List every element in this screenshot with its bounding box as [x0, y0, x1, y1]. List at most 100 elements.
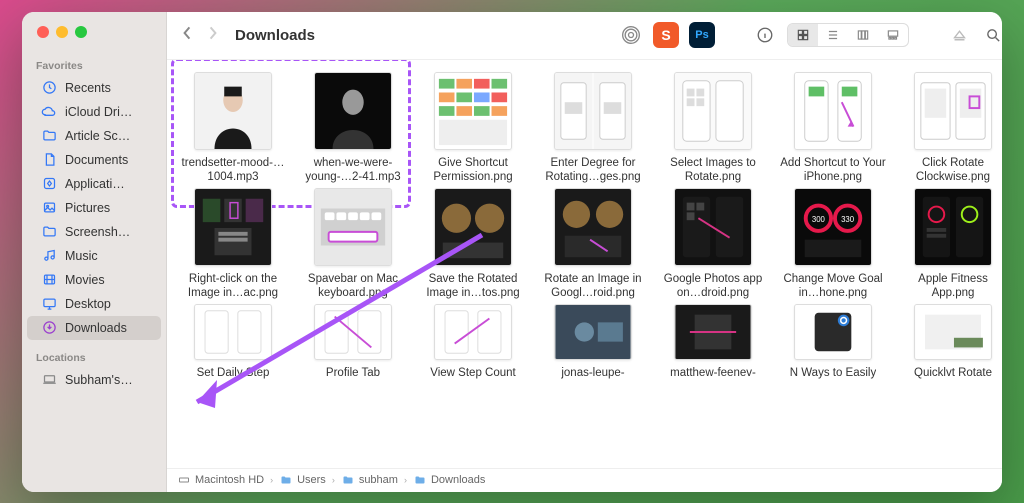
sidebar-item-movies[interactable]: Movies	[27, 268, 161, 292]
file-item[interactable]: Enter Degree for Rotating…ges.png	[537, 72, 649, 186]
list-view-button[interactable]	[818, 24, 848, 46]
file-name: Spavebar on Mac keyboard.png	[297, 272, 409, 302]
favorites-section-label: Favorites	[22, 56, 166, 76]
folder-icon	[413, 473, 427, 487]
file-item[interactable]: N Ways to Easily	[777, 304, 889, 396]
search-icon[interactable]	[981, 23, 1002, 47]
file-item[interactable]: Rotate an Image in Googl…roid.png	[537, 188, 649, 302]
sidebar-item-downloads[interactable]: Downloads	[27, 316, 161, 340]
file-thumbnail	[194, 304, 272, 360]
sidebar-item-label: Article Sc…	[65, 129, 130, 143]
file-item[interactable]: matthew-feenev-	[657, 304, 769, 396]
app-photoshop-icon[interactable]: Ps	[689, 22, 715, 48]
sidebar: Favorites Recents iCloud Dri… Article Sc…	[22, 12, 167, 492]
locations-section-label: Locations	[22, 348, 166, 368]
file-name: Give Shortcut Permission.png	[417, 156, 529, 186]
file-item[interactable]: View Step Count	[417, 304, 529, 396]
file-item[interactable]: Add Shortcut to Your iPhone.png	[777, 72, 889, 186]
path-crumb[interactable]: Downloads	[413, 473, 485, 487]
file-thumbnail	[674, 188, 752, 266]
file-item[interactable]: Spavebar on Mac keyboard.png	[297, 188, 409, 302]
file-name: Change Move Goal in…hone.png	[777, 272, 889, 302]
sidebar-item-music[interactable]: Music	[27, 244, 161, 268]
file-name: Select Images to Rotate.png	[657, 156, 769, 186]
sidebar-item-icloud[interactable]: iCloud Dri…	[27, 100, 161, 124]
sidebar-item-label: Recents	[65, 81, 111, 95]
hd-icon	[177, 473, 191, 487]
sidebar-item-subhams[interactable]: Subham's…	[27, 368, 161, 392]
document-icon	[41, 152, 57, 168]
file-thumbnail	[914, 188, 992, 266]
sidebar-item-screenshots[interactable]: Screensh…	[27, 220, 161, 244]
svg-text:300: 300	[812, 215, 826, 224]
view-mode-group	[787, 23, 909, 47]
path-crumb[interactable]: subham	[341, 473, 398, 487]
file-item[interactable]: Profile Tab	[297, 304, 409, 396]
file-item[interactable]: Google Photos app on…droid.png	[657, 188, 769, 302]
sidebar-item-label: Pictures	[65, 201, 110, 215]
nav-arrows	[181, 25, 219, 46]
file-name: jonas-leupe-	[561, 366, 624, 396]
file-thumbnail	[434, 188, 512, 266]
toolbar: Downloads S Ps	[167, 12, 1002, 60]
info-icon[interactable]	[753, 23, 777, 47]
file-thumbnail	[674, 304, 752, 360]
file-thumbnail	[434, 304, 512, 360]
music-icon	[41, 248, 57, 264]
cloud-icon	[41, 104, 57, 120]
file-item[interactable]: Right-click on the Image in…ac.png	[177, 188, 289, 302]
folder-icon	[41, 128, 57, 144]
file-name: Set Daily Step	[197, 366, 270, 396]
file-grid-area: trendsetter-mood-…1004.mp3 when-we-were-…	[167, 60, 1002, 468]
minimize-button[interactable]	[56, 26, 68, 38]
file-name: Apple Fitness App.png	[897, 272, 1002, 302]
gallery-view-button[interactable]	[878, 24, 908, 46]
movie-icon	[41, 272, 57, 288]
forward-button[interactable]	[207, 25, 219, 46]
airdrop-icon[interactable]	[619, 23, 643, 47]
file-item[interactable]: trendsetter-mood-…1004.mp3	[177, 72, 289, 186]
close-button[interactable]	[37, 26, 49, 38]
file-item[interactable]: Click Rotate Clockwise.png	[897, 72, 1002, 186]
sidebar-item-documents[interactable]: Documents	[27, 148, 161, 172]
path-bar: Macintosh HD › Users › subham › Download…	[167, 468, 1002, 492]
file-name: matthew-feenev-	[670, 366, 756, 396]
file-item[interactable]: Give Shortcut Permission.png	[417, 72, 529, 186]
eject-icon[interactable]	[947, 23, 971, 47]
icon-view-button[interactable]	[788, 24, 818, 46]
file-thumbnail	[674, 72, 752, 150]
file-name: Save the Rotated Image in…tos.png	[417, 272, 529, 302]
file-item[interactable]: Set Daily Step	[177, 304, 289, 396]
sidebar-item-desktop[interactable]: Desktop	[27, 292, 161, 316]
back-button[interactable]	[181, 25, 193, 46]
main-panel: Downloads S Ps trendsett	[167, 12, 1002, 492]
path-crumb[interactable]: Macintosh HD	[177, 473, 264, 487]
file-thumbnail	[314, 304, 392, 360]
fullscreen-button[interactable]	[75, 26, 87, 38]
column-view-button[interactable]	[848, 24, 878, 46]
sidebar-item-article[interactable]: Article Sc…	[27, 124, 161, 148]
file-item[interactable]: Select Images to Rotate.png	[657, 72, 769, 186]
sidebar-item-label: Applicati…	[65, 177, 125, 191]
file-thumbnail	[794, 304, 872, 360]
folder-icon	[279, 473, 293, 487]
path-crumb[interactable]: Users	[279, 473, 326, 487]
applications-icon	[41, 176, 57, 192]
window-controls	[22, 26, 166, 56]
file-item[interactable]: Apple Fitness App.png	[897, 188, 1002, 302]
file-item[interactable]: Quicklvt Rotate	[897, 304, 1002, 396]
file-thumbnail	[554, 304, 632, 360]
svg-text:330: 330	[841, 215, 855, 224]
file-name: Add Shortcut to Your iPhone.png	[777, 156, 889, 186]
file-item[interactable]: Save the Rotated Image in…tos.png	[417, 188, 529, 302]
sidebar-item-pictures[interactable]: Pictures	[27, 196, 161, 220]
sidebar-item-applications[interactable]: Applicati…	[27, 172, 161, 196]
file-item[interactable]: 300 330 Change Move Goal in…hone.png	[777, 188, 889, 302]
file-item[interactable]: when-we-were-young-…2-41.mp3	[297, 72, 409, 186]
file-item[interactable]: jonas-leupe-	[537, 304, 649, 396]
app-snagit-icon[interactable]: S	[653, 22, 679, 48]
file-name: Right-click on the Image in…ac.png	[177, 272, 289, 302]
file-thumbnail	[554, 72, 632, 150]
sidebar-item-recents[interactable]: Recents	[27, 76, 161, 100]
download-icon	[41, 320, 57, 336]
